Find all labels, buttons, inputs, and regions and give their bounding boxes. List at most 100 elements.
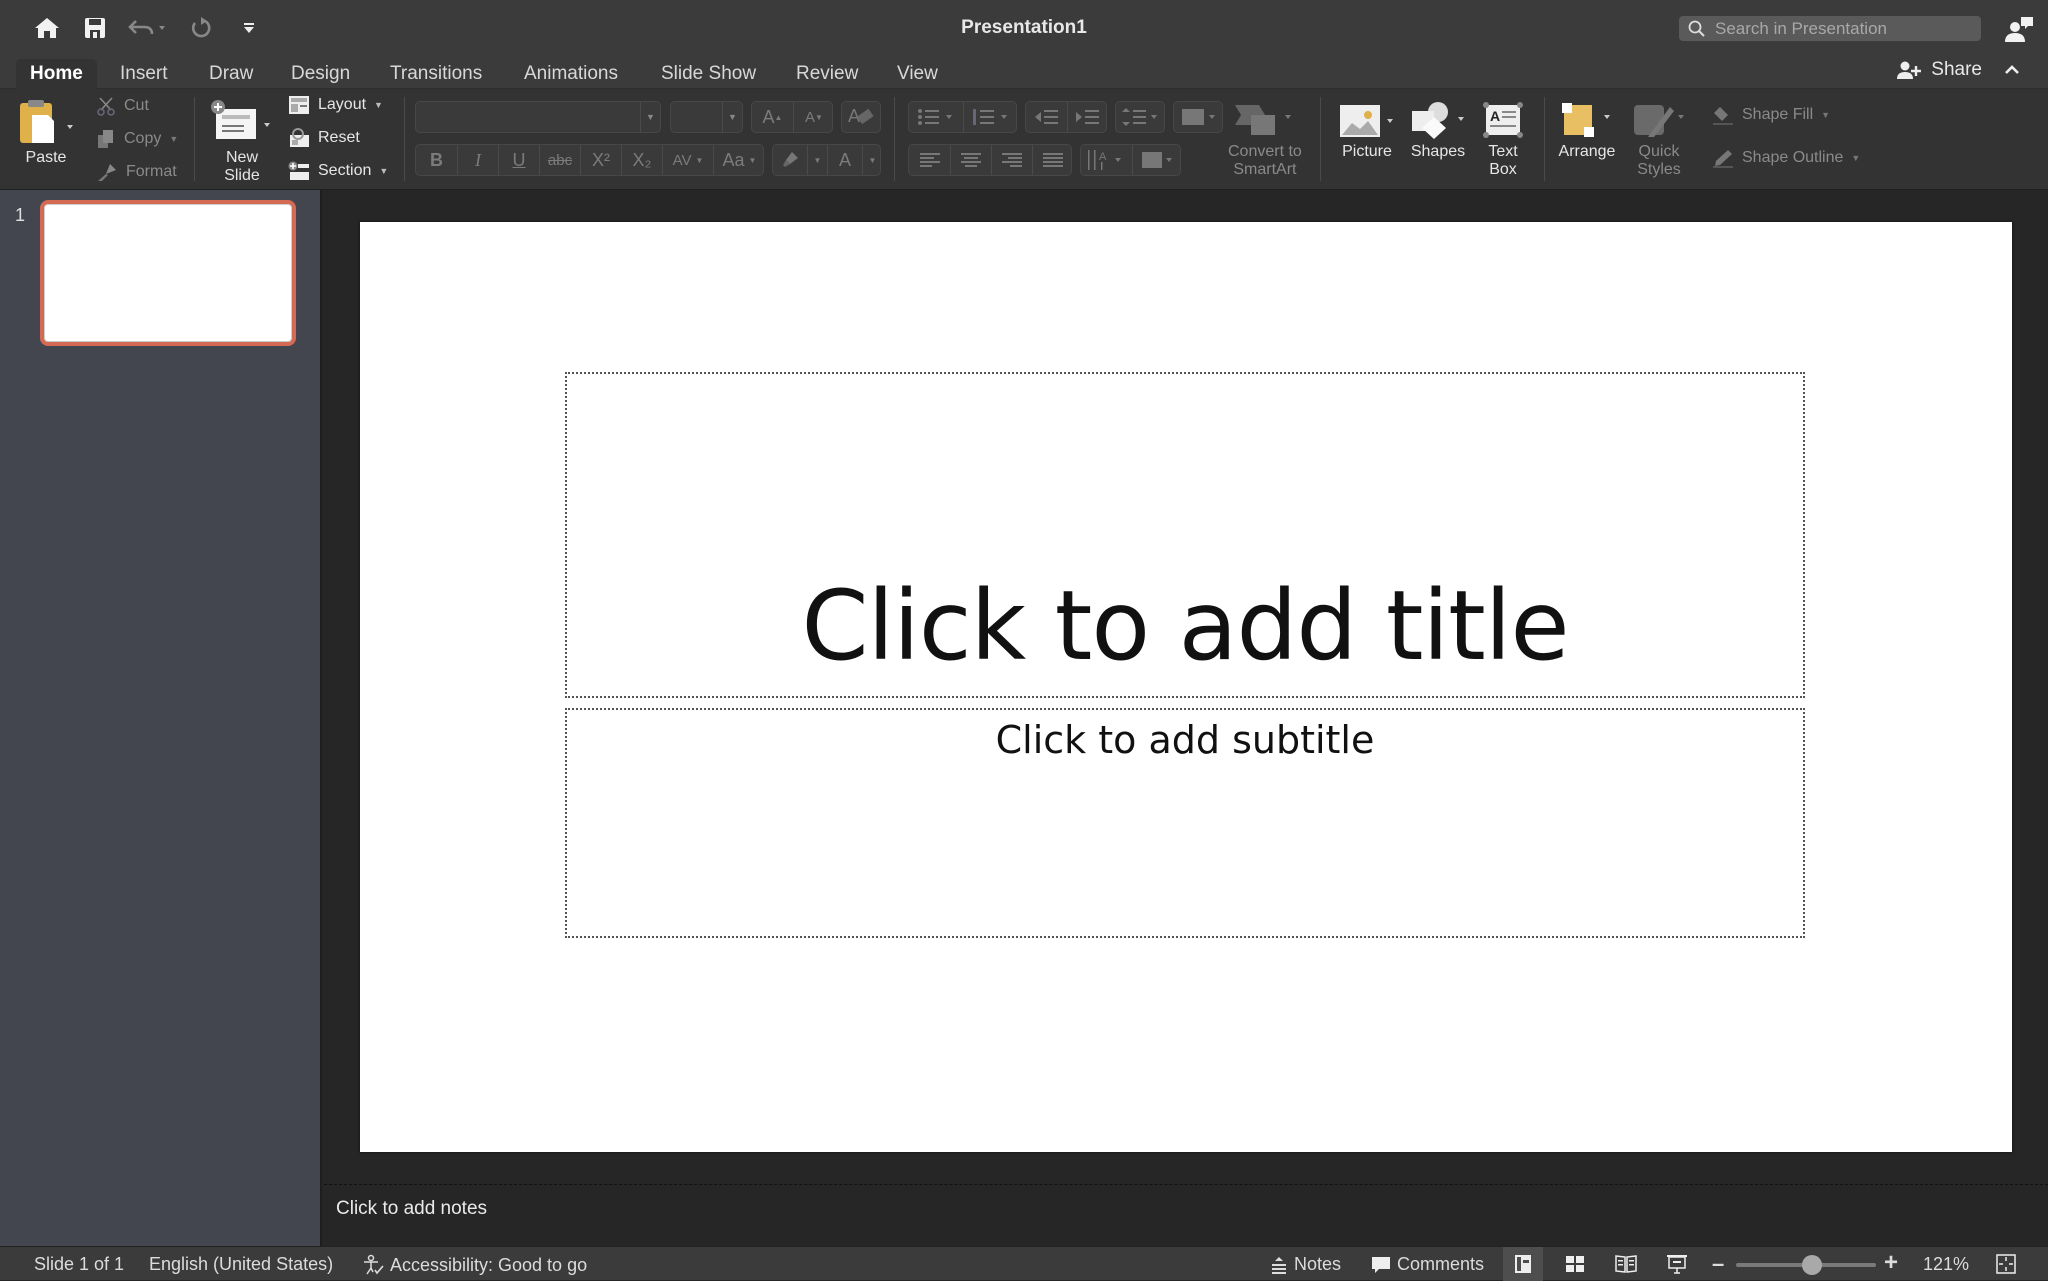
font-size-dropdown[interactable]: ▼ [670, 101, 743, 133]
zoom-level[interactable]: 121% [1923, 1254, 1969, 1275]
text-direction-button[interactable]: A [1081, 145, 1132, 175]
reset-button[interactable]: Reset [288, 128, 360, 148]
accessibility-checker[interactable]: Accessibility: Good to go [362, 1254, 587, 1276]
layout-label: Layout [318, 96, 367, 113]
layout-dropdown-caret[interactable]: ▼ [374, 100, 383, 110]
align-left-button[interactable] [909, 145, 950, 175]
quick-styles-button[interactable]: Quick Styles [1630, 101, 1688, 179]
picture-button[interactable]: Picture [1338, 103, 1396, 161]
columns-button[interactable] [1173, 101, 1223, 133]
collapse-ribbon-icon[interactable] [2004, 64, 2020, 76]
zoom-out-button[interactable]: – [1712, 1251, 1724, 1277]
shape-outline-button[interactable]: Shape Outline ▼ [1712, 148, 1860, 168]
highlight-button[interactable] [773, 145, 807, 175]
superscript-button[interactable]: X² [580, 145, 621, 175]
redo-icon[interactable] [184, 12, 218, 44]
fit-to-window-button[interactable] [1986, 1247, 2026, 1281]
tab-slide-show[interactable]: Slide Show [647, 59, 770, 89]
copy-button[interactable]: Copy ▼ [96, 129, 178, 149]
italic-button[interactable]: I [457, 145, 498, 175]
convert-to-smartart-button[interactable]: Convert to SmartArt [1228, 101, 1302, 179]
arrange-label: Arrange [1558, 143, 1616, 160]
share-button[interactable]: Share [1897, 59, 2020, 81]
new-slide-button[interactable]: New Slide [210, 99, 274, 185]
subtitle-placeholder[interactable]: Click to add subtitle [565, 708, 1805, 938]
svg-text:A: A [1490, 108, 1500, 124]
notes-toggle-button[interactable]: Notes [1270, 1254, 1341, 1275]
shapes-button[interactable]: Shapes [1408, 101, 1468, 161]
text-box-button[interactable]: A Text Box [1482, 101, 1524, 179]
convert-smartart-label-2: SmartArt [1233, 161, 1297, 178]
layout-button[interactable]: Layout ▼ [288, 95, 383, 115]
line-spacing-button[interactable] [1115, 101, 1165, 133]
align-text-icon [1141, 152, 1172, 168]
font-name-dropdown[interactable]: ▼ [415, 101, 661, 133]
comments-button[interactable]: Comments [1371, 1254, 1484, 1275]
decrease-indent-button[interactable] [1026, 102, 1067, 132]
grow-font-button[interactable]: A ▲ [752, 102, 793, 132]
shape-fill-caret[interactable]: ▼ [1821, 110, 1830, 120]
notes-icon [1272, 1256, 1286, 1274]
title-placeholder[interactable]: Click to add title [565, 372, 1805, 698]
bullets-button[interactable] [909, 102, 963, 132]
align-text-button[interactable] [1132, 145, 1182, 175]
bold-button[interactable]: B [416, 145, 457, 175]
align-center-icon [961, 153, 981, 167]
tab-review[interactable]: Review [782, 59, 872, 89]
increase-indent-button[interactable] [1067, 102, 1108, 132]
zoom-in-button[interactable]: + [1884, 1249, 1898, 1277]
search-input[interactable] [1715, 18, 1975, 39]
tab-animations[interactable]: Animations [510, 59, 632, 89]
character-spacing-button[interactable]: AV ▼ [662, 145, 713, 175]
font-color-dropdown[interactable]: ▼ [862, 145, 882, 175]
font-color-button[interactable]: A [827, 145, 862, 175]
align-center-button[interactable] [950, 145, 991, 175]
tab-view[interactable]: View [883, 59, 952, 89]
section-button[interactable]: Section ▼ [288, 161, 388, 181]
home-icon[interactable] [30, 12, 64, 44]
tab-insert[interactable]: Insert [106, 59, 182, 89]
shape-fill-button[interactable]: Shape Fill ▼ [1712, 105, 1830, 125]
tab-transitions[interactable]: Transitions [376, 59, 496, 89]
align-right-button[interactable] [991, 145, 1032, 175]
reading-view-button[interactable] [1606, 1247, 1646, 1281]
tab-design[interactable]: Design [277, 59, 364, 89]
arrange-button[interactable]: Arrange [1558, 101, 1616, 161]
clear-formatting-button[interactable]: A [841, 101, 881, 133]
shape-outline-caret[interactable]: ▼ [1851, 153, 1860, 163]
tab-label: Insert [120, 63, 168, 84]
section-dropdown-caret[interactable]: ▼ [379, 166, 388, 176]
search-box[interactable] [1679, 16, 1981, 41]
font-color-label: A [838, 149, 851, 170]
layout-icon [289, 96, 309, 114]
decrease-indent-icon [1034, 110, 1058, 124]
highlight-dropdown[interactable]: ▼ [807, 145, 827, 175]
tab-draw[interactable]: Draw [195, 59, 267, 89]
account-feedback-icon[interactable] [2004, 14, 2034, 44]
customize-toolbar-icon[interactable] [232, 12, 266, 44]
justify-button[interactable] [1032, 145, 1073, 175]
tab-home[interactable]: Home [16, 59, 97, 89]
slide-show-view-button[interactable] [1657, 1247, 1697, 1281]
format-painter-button[interactable]: Format [96, 162, 177, 182]
zoom-slider-thumb[interactable] [1802, 1255, 1822, 1275]
notes-pane[interactable]: Click to add notes [324, 1184, 2048, 1246]
numbering-button[interactable] [963, 102, 1018, 132]
slide-canvas[interactable]: Click to add title Click to add subtitle [360, 222, 2012, 1152]
language-indicator[interactable]: English (United States) [149, 1254, 333, 1275]
strikethrough-button[interactable]: abc [539, 145, 580, 175]
normal-view-button[interactable] [1503, 1247, 1543, 1281]
slide-sorter-view-button[interactable] [1555, 1247, 1595, 1281]
zoom-slider[interactable] [1736, 1255, 1876, 1275]
change-case-button[interactable]: Aa ▼ [713, 145, 765, 175]
cut-button[interactable]: Cut [96, 96, 149, 116]
save-icon[interactable] [78, 12, 112, 44]
copy-dropdown-caret[interactable]: ▼ [169, 134, 178, 144]
paste-button[interactable]: Paste [18, 99, 74, 167]
shrink-font-button[interactable]: A ▼ [793, 102, 834, 132]
subscript-button[interactable]: X₂ [621, 145, 662, 175]
ribbon-tabs: Home Insert Draw Design Transitions Anim… [0, 56, 2048, 89]
underline-button[interactable]: U [498, 145, 539, 175]
undo-icon[interactable] [126, 12, 170, 44]
slide-thumbnail[interactable] [40, 200, 296, 346]
